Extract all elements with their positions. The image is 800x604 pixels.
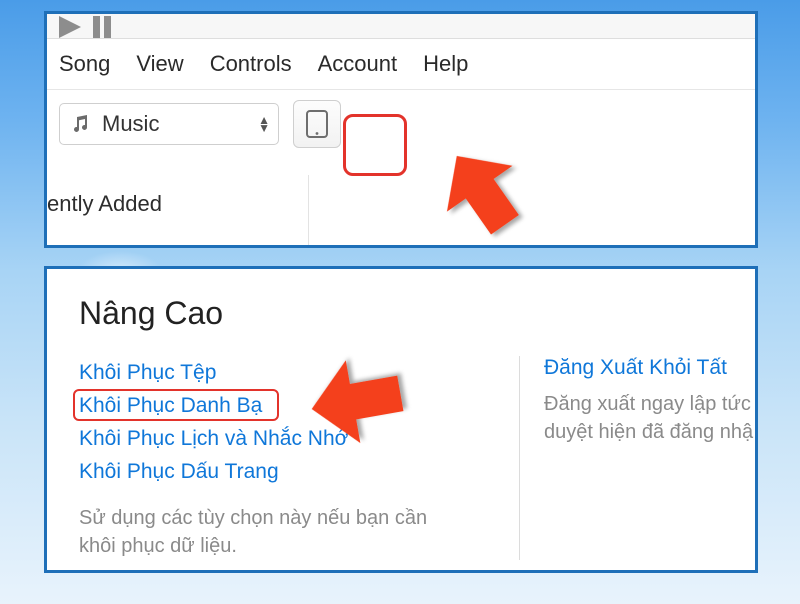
section-title-advanced: Nâng Cao — [79, 295, 755, 332]
itunes-window-fragment: Song View Controls Account Help Music ▲▼… — [44, 11, 758, 248]
signout-column: Đăng Xuất Khỏi Tất Đăng xuất ngay lập tứ… — [519, 356, 755, 560]
link-restore-contacts[interactable]: Khôi Phục Danh Bạ — [79, 389, 262, 422]
title-bar-fragment — [47, 14, 755, 39]
restore-link-list: Khôi Phục Tệp Khôi Phục Danh Bạ Khôi Phụ… — [79, 356, 519, 488]
menu-bar: Song View Controls Account Help — [47, 39, 755, 90]
signout-description: Đăng xuất ngay lập tức duyệt hiện đã đăn… — [544, 390, 755, 446]
chevron-up-down-icon: ▲▼ — [258, 116, 270, 132]
library-selector-label: Music — [102, 111, 159, 137]
device-button[interactable] — [293, 100, 341, 148]
menu-song[interactable]: Song — [59, 51, 110, 77]
icloud-advanced-panel: Nâng Cao Khôi Phục Tệp Khôi Phục Danh Bạ… — [44, 266, 758, 573]
toolbar: Music ▲▼ — [47, 90, 755, 158]
playback-controls-fragment — [59, 16, 119, 38]
menu-view[interactable]: View — [136, 51, 183, 77]
link-restore-calendar[interactable]: Khôi Phục Lịch và Nhắc Nhớ — [79, 422, 348, 455]
restore-column: Khôi Phục Tệp Khôi Phục Danh Bạ Khôi Phụ… — [79, 356, 519, 560]
link-restore-files[interactable]: Khôi Phục Tệp — [79, 356, 216, 389]
sidebar-fragment: ently Added — [47, 175, 309, 245]
music-note-icon — [70, 114, 90, 134]
restore-description: Sử dụng các tùy chọn này nếu bạn cần khô… — [79, 504, 469, 560]
menu-account[interactable]: Account — [318, 51, 398, 77]
link-restore-bookmarks[interactable]: Khôi Phục Dấu Trang — [79, 455, 279, 488]
library-selector[interactable]: Music ▲▼ — [59, 103, 279, 145]
link-signout-all[interactable]: Đăng Xuất Khỏi Tất — [544, 356, 727, 379]
menu-controls[interactable]: Controls — [210, 51, 292, 77]
ipad-device-icon — [306, 110, 328, 138]
sidebar-item-recently-added[interactable]: ently Added — [47, 191, 308, 217]
menu-help[interactable]: Help — [423, 51, 468, 77]
